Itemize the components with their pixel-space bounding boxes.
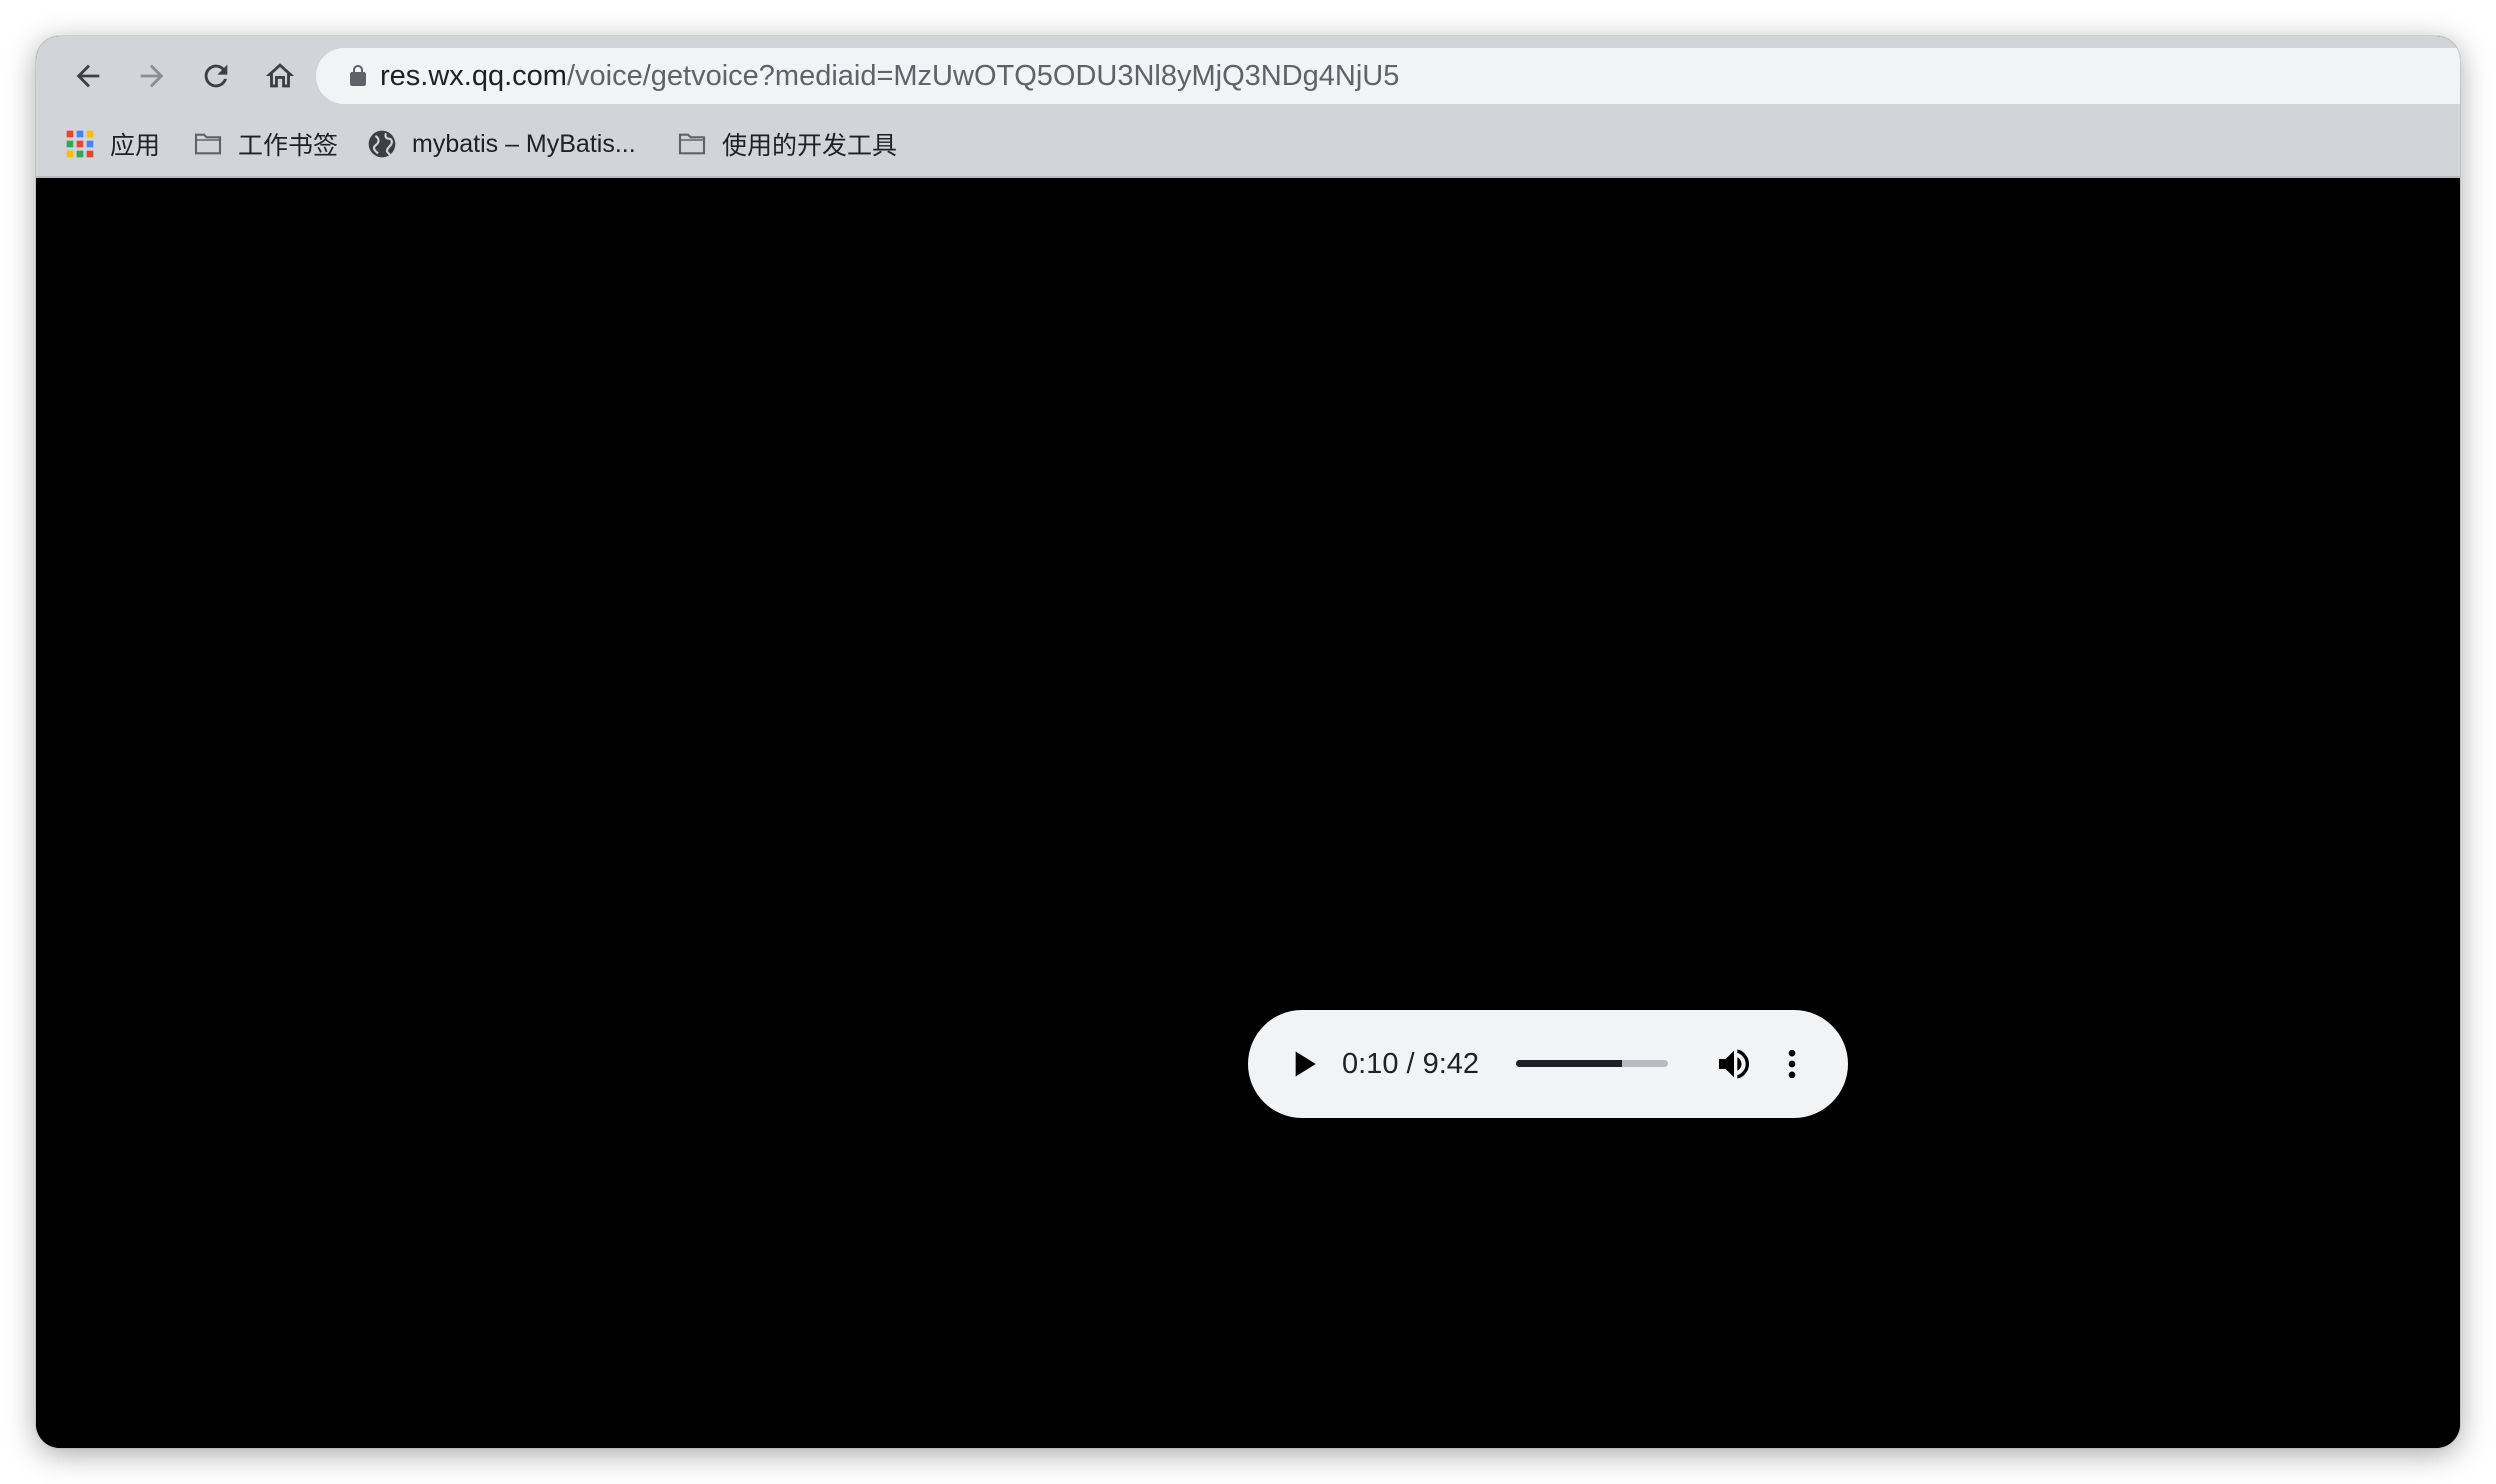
url-path: /voice/getvoice?mediaid=MzUwOTQ5ODU3Nl8y… [566, 60, 1400, 92]
bookmark-mybatis[interactable]: mybatis – MyBatis... [366, 116, 636, 172]
forward-arrow-icon [140, 64, 164, 88]
play-icon[interactable] [1284, 1044, 1324, 1084]
bookmarks-bar: 应用 工作书签 mybatis – MyBatis... 使用的开发工具 [36, 116, 2460, 172]
page-content [36, 178, 2460, 1448]
bookmark-work-folder[interactable]: 工作书签 [192, 116, 338, 172]
folder-icon [678, 133, 706, 155]
bookmark-dev-tools-folder[interactable]: 使用的开发工具 [676, 116, 897, 172]
back-arrow-icon [76, 64, 100, 88]
globe-icon [368, 130, 396, 158]
url-text[interactable]: res.wx.qq.com/voice/getvoice?mediaid=MzU… [380, 58, 1399, 94]
time-display: 0:10 / 9:42 [1342, 1048, 1480, 1080]
bookmark-label: mybatis – MyBatis... [412, 129, 636, 158]
folder-icon [194, 133, 222, 155]
volume-icon[interactable] [1714, 1044, 1754, 1084]
home-button[interactable] [254, 50, 306, 102]
seek-slider-fill [1516, 1060, 1623, 1067]
bookmark-label: 工作书签 [238, 132, 339, 160]
address-bar[interactable]: res.wx.qq.com/voice/getvoice?mediaid=MzU… [316, 48, 2460, 104]
lock-icon[interactable] [346, 64, 370, 88]
browser-toolbar: res.wx.qq.com/voice/getvoice?mediaid=MzU… [36, 36, 2460, 178]
back-button[interactable] [62, 50, 114, 102]
url-host: res.wx.qq.com [380, 60, 567, 92]
bookmark-apps[interactable]: 应用 [64, 116, 160, 172]
browser-window: res.wx.qq.com/voice/getvoice?mediaid=MzU… [36, 36, 2460, 1448]
forward-button[interactable] [126, 50, 178, 102]
bookmark-label: 应用 [110, 132, 161, 160]
bookmark-label: 使用的开发工具 [722, 132, 898, 160]
home-icon [265, 63, 295, 88]
audio-player: 0:10 / 9:42 [1248, 1010, 1848, 1118]
reload-icon [204, 64, 228, 88]
more-vert-icon[interactable] [1772, 1044, 1812, 1084]
seek-slider[interactable] [1516, 1060, 1668, 1067]
reload-button[interactable] [190, 50, 242, 102]
apps-grid-icon [66, 130, 94, 158]
